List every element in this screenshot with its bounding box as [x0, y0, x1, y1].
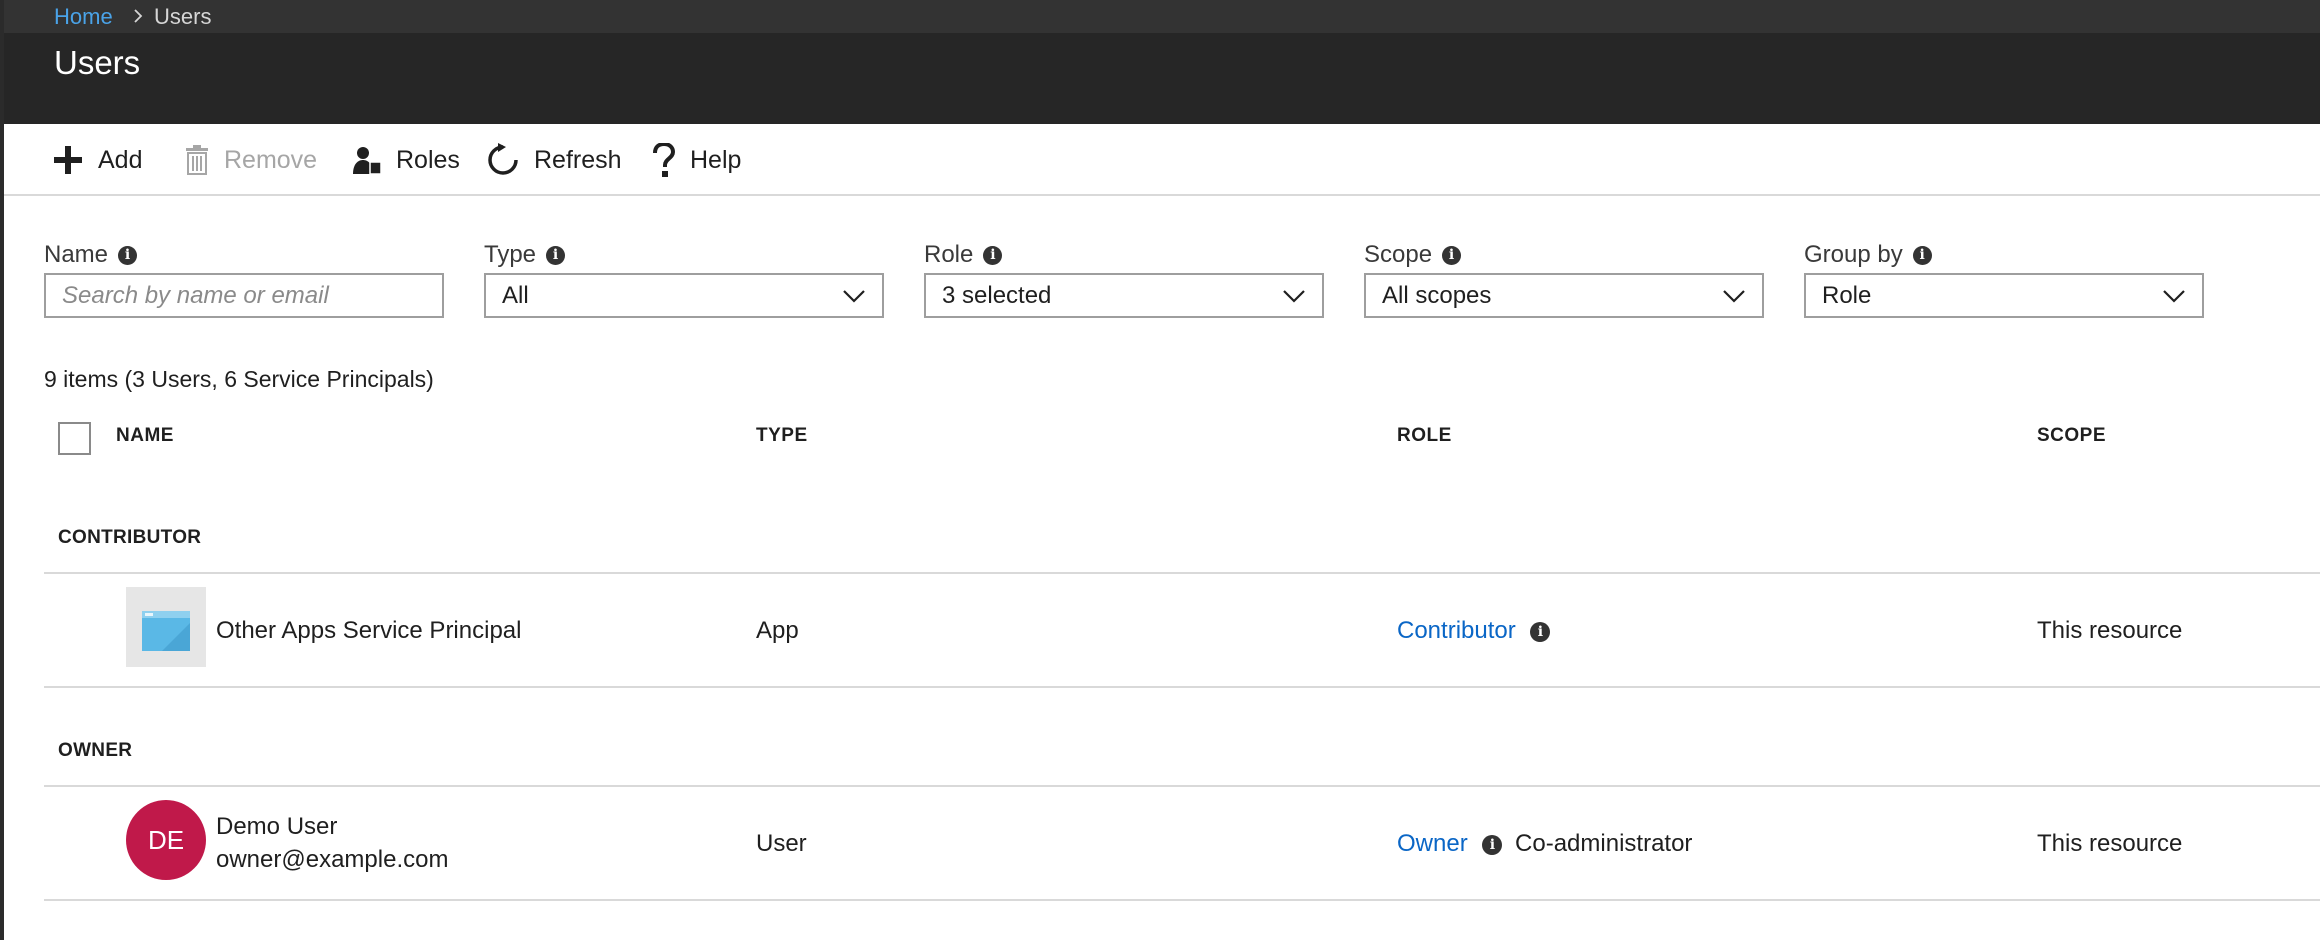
scope-filter-label: Scope i [1364, 241, 1462, 269]
type-filter-label: Type i [484, 241, 566, 269]
scope-select[interactable]: All scopes [1364, 273, 1764, 318]
chevron-down-icon [1723, 289, 1745, 303]
principal-name-link[interactable]: Other Apps Service Principal [216, 617, 521, 645]
type-filter-label-text: Type [484, 241, 537, 268]
principal-type: User [756, 830, 807, 857]
column-header-type[interactable]: TYPE [756, 425, 808, 447]
trash-icon [186, 145, 208, 175]
role-filter-label: Role i [924, 241, 1003, 269]
users-page: Home Users Users Add Remove Roles Refres… [0, 0, 2320, 940]
column-header-role[interactable]: ROLE [1397, 425, 1452, 447]
role-cell: Owner i Co-administrator [1397, 830, 1692, 858]
select-all-checkbox[interactable] [58, 422, 91, 455]
info-icon[interactable]: i [118, 245, 138, 265]
role-link[interactable]: Owner [1397, 830, 1468, 857]
info-icon[interactable]: i [1482, 834, 1503, 855]
type-select-value: All [502, 281, 529, 309]
row-divider [44, 785, 2320, 787]
name-search-input[interactable]: Search by name or email [44, 273, 444, 318]
chevron-down-icon [843, 289, 865, 303]
breadcrumb: Home Users [4, 0, 2320, 33]
role-select[interactable]: 3 selected [924, 273, 1324, 318]
row-divider [44, 686, 2320, 688]
group-heading-owner: OWNER [58, 740, 133, 761]
chevron-right-icon [134, 9, 143, 23]
remove-button[interactable]: Remove [184, 138, 317, 182]
role-link[interactable]: Contributor [1397, 617, 1516, 644]
add-button-label: Add [98, 145, 143, 174]
roles-icon [353, 147, 382, 175]
info-icon[interactable]: i [1442, 245, 1462, 265]
info-icon[interactable]: i [1530, 621, 1551, 642]
type-select[interactable]: All [484, 273, 884, 318]
info-icon[interactable]: i [1912, 245, 1932, 265]
items-summary: 9 items (3 Users, 6 Service Principals) [44, 366, 434, 392]
chevron-down-icon [2163, 289, 2185, 303]
column-header-scope[interactable]: SCOPE [2037, 425, 2106, 447]
remove-button-label: Remove [224, 145, 318, 174]
app-icon [126, 587, 206, 667]
blade-header: Home Users Users [4, 0, 2320, 124]
name-filter-label: Name i [44, 241, 138, 269]
chevron-down-icon [1283, 289, 1305, 303]
role-cell: Contributor i [1397, 617, 1551, 645]
help-button[interactable]: Help [652, 138, 741, 182]
help-button-label: Help [690, 145, 742, 174]
breadcrumb-home-link[interactable]: Home [54, 4, 113, 30]
info-icon[interactable]: i [983, 245, 1003, 265]
group-by-select-value: Role [1822, 281, 1872, 309]
breadcrumb-current: Users [154, 4, 212, 29]
role-select-value: 3 selected [942, 281, 1052, 309]
refresh-button-label: Refresh [534, 145, 622, 174]
column-header-name[interactable]: NAME [116, 425, 174, 447]
group-by-filter-label-text: Group by [1804, 241, 1903, 268]
role-filter-label-text: Role [924, 241, 974, 268]
avatar: DE [126, 800, 206, 880]
user-name-link[interactable]: Demo User [216, 813, 337, 841]
group-by-select[interactable]: Role [1804, 273, 2204, 318]
page-title: Users [54, 44, 141, 81]
user-email: owner@example.com [216, 846, 449, 873]
group-by-filter-label: Group by i [1804, 241, 1932, 269]
group-heading-contributor: CONTRIBUTOR [58, 527, 202, 548]
scope-cell: This resource [2037, 617, 2183, 644]
name-search-placeholder: Search by name or email [62, 281, 329, 309]
role-note: Co-administrator [1515, 830, 1693, 857]
help-icon [653, 143, 676, 177]
info-icon[interactable]: i [546, 245, 566, 265]
scope-filter-label-text: Scope [1364, 241, 1433, 268]
row-divider [44, 572, 2320, 574]
roles-button-label: Roles [396, 145, 460, 174]
roles-button[interactable]: Roles [352, 138, 460, 182]
row-divider [44, 899, 2320, 901]
refresh-button[interactable]: Refresh [486, 138, 622, 182]
scope-select-value: All scopes [1382, 281, 1492, 309]
command-bar: Add Remove Roles Refresh Help [4, 124, 2320, 196]
plus-icon [54, 146, 82, 174]
scope-cell: This resource [2037, 830, 2183, 857]
name-filter-label-text: Name [44, 241, 109, 268]
add-button[interactable]: Add [52, 138, 142, 182]
refresh-icon [488, 143, 518, 175]
principal-type: App [756, 617, 799, 644]
